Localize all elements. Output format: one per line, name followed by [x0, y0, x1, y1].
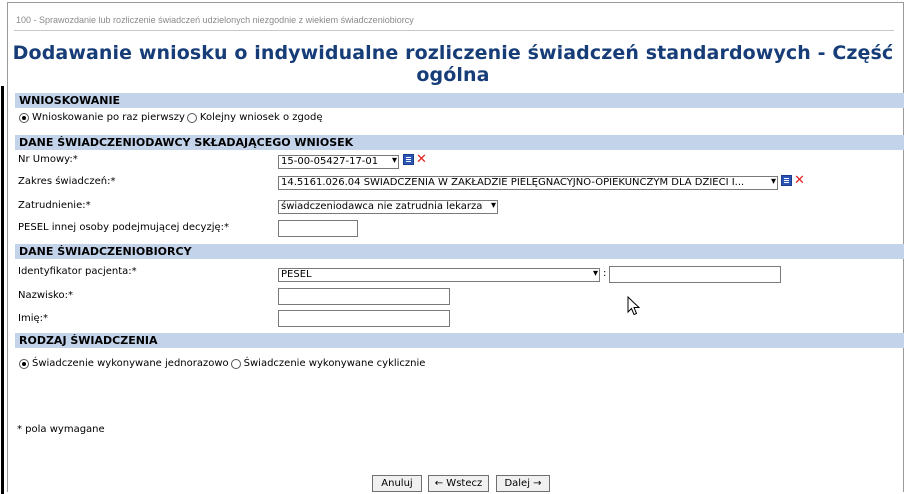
delete-icon[interactable]: ✕ [794, 174, 805, 187]
employment-select[interactable]: świadczeniodawca nie zatrudnia lekarza ▾ [278, 200, 498, 214]
employment-select-value: świadczeniodawca nie zatrudnia lekarza [281, 201, 483, 212]
radio-next-request-label: Kolejny wniosek o zgodę [199, 112, 323, 123]
contract-select-value: 15-00-05427-17-01 [281, 156, 379, 167]
next-button[interactable]: Dalej → [496, 475, 550, 492]
list-icon[interactable] [403, 154, 414, 165]
surname-input[interactable] [278, 288, 450, 305]
chevron-down-icon: ▾ [490, 200, 496, 211]
chevron-down-icon: ▾ [592, 268, 598, 279]
section-header-provider: DANE ŚWIADCZENIODAWCY SKŁADAJĄCEGO WNIOS… [15, 135, 904, 150]
scope-label: Zakres świadczeń:* [18, 176, 116, 187]
wnioskowanie-options: Wnioskowanie po raz pierwszy Kolejny wni… [19, 112, 322, 123]
name-label: Imię:* [18, 313, 48, 324]
chevron-down-icon: ▾ [770, 176, 776, 187]
contract-select[interactable]: 15-00-05427-17-01 ▾ [278, 155, 399, 169]
left-divider [1, 86, 4, 494]
contract-label: Nr Umowy:* [18, 154, 78, 165]
id-separator: : [603, 268, 607, 279]
patient-id-type-select[interactable]: PESEL ▾ [278, 268, 600, 282]
patient-id-label: Identyfikator pacjenta:* [18, 266, 137, 277]
surname-label: Nazwisko:* [18, 290, 73, 301]
page-title: Dodawanie wniosku o indywidualne rozlicz… [12, 42, 894, 86]
radio-single-service-label: Świadczenie wykonywane jednorazowo [32, 358, 229, 369]
section-header-wnioskowanie: WNIOSKOWANIE [15, 93, 904, 108]
radio-next-request[interactable] [186, 112, 197, 123]
pesel-other-label: PESEL innej osoby podejmującej decyzję:* [18, 222, 230, 233]
patient-id-type-value: PESEL [281, 269, 312, 280]
employment-label: Zatrudnienie:* [18, 200, 91, 211]
breadcrumb: 100 - Sprawozdanie lub rozliczenie świad… [16, 15, 414, 25]
patient-id-input[interactable] [609, 266, 781, 283]
list-icon[interactable] [781, 175, 792, 186]
section-header-service-type: RODZAJ ŚWIADCZENIA [15, 333, 904, 348]
pesel-other-input[interactable] [278, 220, 358, 237]
mouse-pointer-icon [627, 296, 641, 316]
radio-first-request-label: Wnioskowanie po raz pierwszy [32, 112, 185, 123]
radio-first-request[interactable] [19, 112, 29, 123]
back-button[interactable]: ← Wstecz [428, 475, 489, 492]
section-header-patient: DANE ŚWIADCZENIOBIORCY [15, 244, 904, 259]
service-type-options: Świadczenie wykonywane jednorazowo Świad… [19, 358, 425, 369]
scope-select-value: 14.5161.026.04 ŚWIADCZENIA W ZAKŁADZIE P… [281, 177, 745, 188]
radio-cyclic-service[interactable] [230, 358, 241, 369]
required-fields-note: * pola wymagane [17, 424, 105, 435]
breadcrumb-divider [14, 30, 894, 31]
name-input[interactable] [278, 310, 450, 327]
scope-select[interactable]: 14.5161.026.04 ŚWIADCZENIA W ZAKŁADZIE P… [278, 176, 778, 190]
radio-single-service[interactable] [19, 358, 29, 369]
chevron-down-icon: ▾ [391, 155, 397, 166]
cancel-button[interactable]: Anuluj [372, 475, 422, 492]
delete-icon[interactable]: ✕ [416, 153, 427, 166]
radio-cyclic-service-label: Świadczenie wykonywane cyklicznie [243, 358, 426, 369]
